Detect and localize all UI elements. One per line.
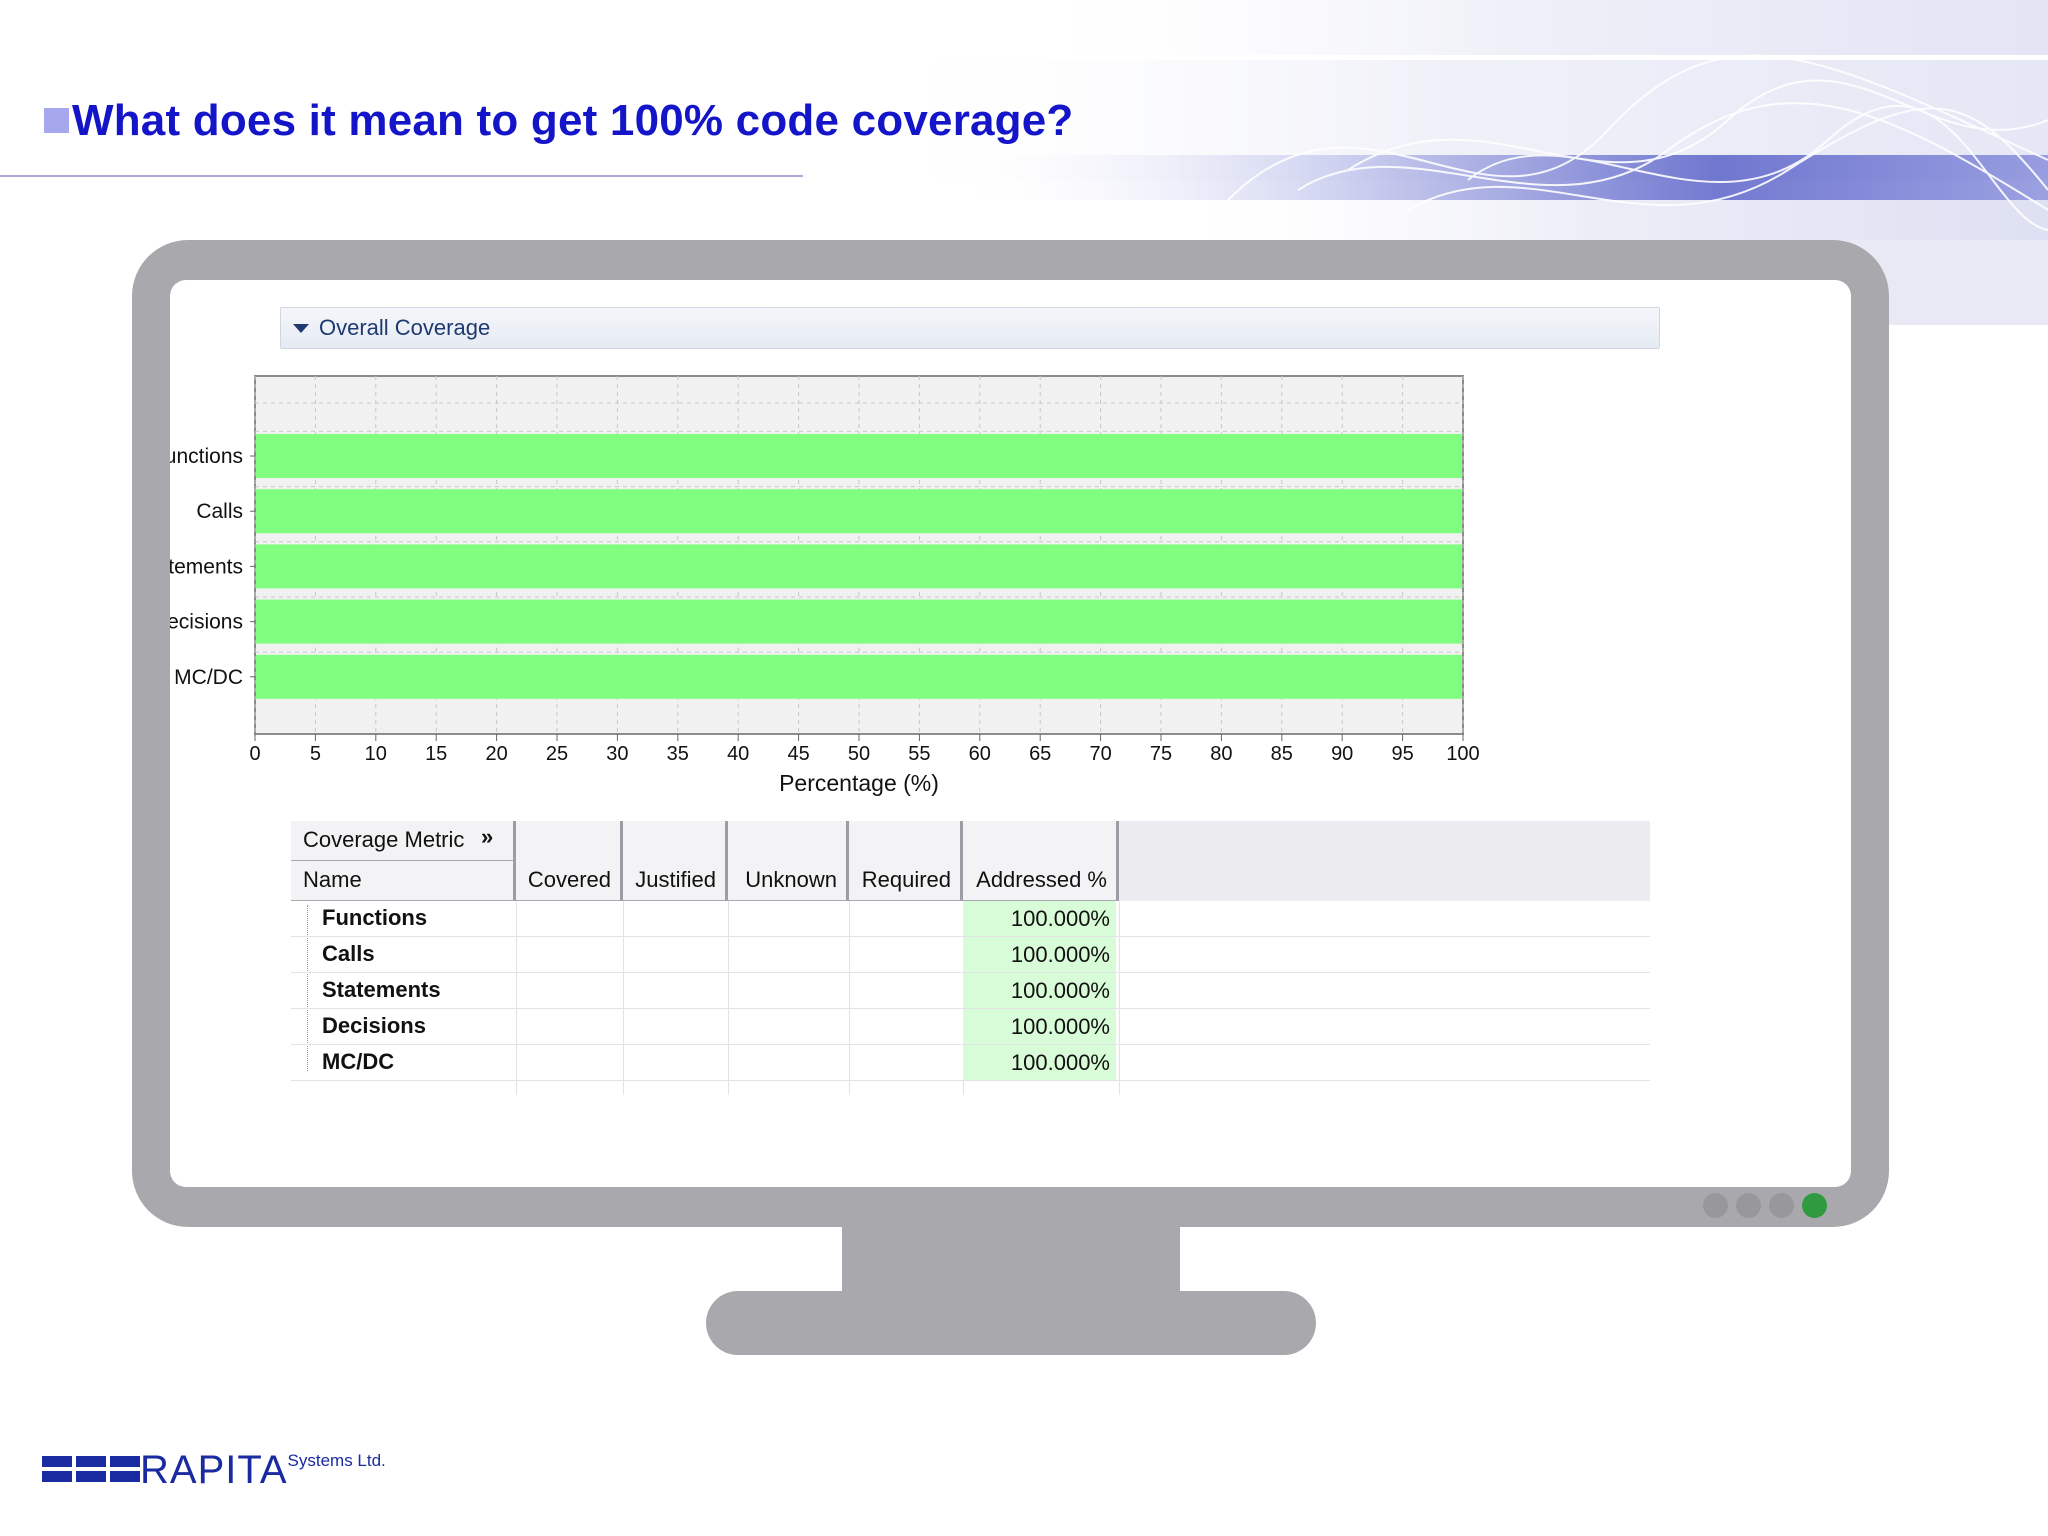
x-tick-label: 95 xyxy=(1391,743,1413,765)
company-logo: RAPITA Systems Ltd. xyxy=(42,1448,386,1492)
x-tick-label: 60 xyxy=(969,743,991,765)
slide-title: What does it mean to get 100% code cover… xyxy=(44,96,1074,146)
bar-calls xyxy=(256,489,1462,534)
x-tick-label: 75 xyxy=(1150,743,1172,765)
brand-name: RAPITA xyxy=(140,1448,288,1492)
x-axis-label: Percentage (%) xyxy=(779,770,939,796)
column-group-header[interactable]: Coverage Metric » xyxy=(291,821,516,861)
x-tick-label: 25 xyxy=(546,743,568,765)
monitor-stand-base xyxy=(706,1291,1316,1355)
cell-addressed: 100.000% xyxy=(963,1009,1116,1044)
column-header-justified[interactable]: Justified xyxy=(623,821,728,901)
cell-addressed: 100.000% xyxy=(963,1045,1116,1080)
led-icon xyxy=(1736,1193,1761,1218)
title-bullet-icon xyxy=(44,107,69,133)
column-header-name[interactable]: Name xyxy=(291,861,516,901)
collapse-triangle-icon[interactable] xyxy=(293,323,309,333)
x-tick-label: 45 xyxy=(787,743,809,765)
cell-addressed: 100.000% xyxy=(963,901,1116,936)
bar-decisions xyxy=(256,599,1462,644)
monitor-screen: Overall Coverage 0 5 10 15 20 25 30 35 40 45 50 55 6… xyxy=(170,280,1851,1187)
title-text: What does it mean to get 100% code cover… xyxy=(72,96,1074,145)
x-tick-label: 20 xyxy=(485,743,507,765)
monitor-leds xyxy=(1703,1193,1827,1218)
x-tick-label: 55 xyxy=(908,743,930,765)
x-tick-label: 5 xyxy=(310,743,321,765)
x-tick-label: 30 xyxy=(606,743,628,765)
title-underline xyxy=(0,175,803,177)
bar-mcdc xyxy=(256,654,1462,699)
x-tick-label: 70 xyxy=(1089,743,1111,765)
y-tick-label: Statements xyxy=(170,555,243,578)
row-name: Functions xyxy=(322,905,428,930)
section-title: Overall Coverage xyxy=(319,315,491,340)
column-header-unknown[interactable]: Unknown xyxy=(728,821,849,901)
cell-addressed: 100.000% xyxy=(963,937,1116,972)
x-tick-label: 0 xyxy=(249,743,260,765)
column-header-covered[interactable]: Covered xyxy=(516,821,623,901)
led-icon xyxy=(1769,1193,1794,1218)
column-header-required[interactable]: Required xyxy=(849,821,963,901)
monitor-stand-neck xyxy=(842,1224,1180,1294)
x-tick-label: 40 xyxy=(727,743,749,765)
y-tick-label: Decisions xyxy=(170,611,243,634)
double-chevron-right-icon[interactable]: » xyxy=(481,824,493,850)
y-tick-label: Functions xyxy=(170,445,243,468)
y-tick-label: Calls xyxy=(196,500,243,523)
bar-statements xyxy=(256,544,1462,589)
row-name: MC/DC xyxy=(322,1049,395,1074)
bar-functions xyxy=(256,434,1462,478)
rapita-logo-icon xyxy=(42,1456,140,1482)
x-tick-label: 50 xyxy=(848,743,870,765)
brand-suffix: Systems Ltd. xyxy=(287,1451,386,1470)
y-tick-label: MC/DC xyxy=(174,666,243,689)
cell-addressed: 100.000% xyxy=(963,973,1116,1008)
x-tick-label: 35 xyxy=(667,743,689,765)
x-tick-label: 90 xyxy=(1331,743,1353,765)
x-tick-label: 15 xyxy=(425,743,447,765)
x-tick-label: 65 xyxy=(1029,743,1051,765)
row-name: Statements xyxy=(322,977,441,1002)
column-group-label: Coverage Metric xyxy=(303,827,465,852)
column-header-addressed[interactable]: Addressed % xyxy=(963,821,1119,901)
row-name: Calls xyxy=(322,941,375,966)
row-name: Decisions xyxy=(322,1013,426,1038)
x-tick-label: 100 xyxy=(1446,743,1479,765)
power-led-icon xyxy=(1802,1193,1827,1218)
x-tick-label: 85 xyxy=(1271,743,1293,765)
x-tick-label: 10 xyxy=(365,743,387,765)
led-icon xyxy=(1703,1193,1728,1218)
x-tick-label: 80 xyxy=(1210,743,1232,765)
